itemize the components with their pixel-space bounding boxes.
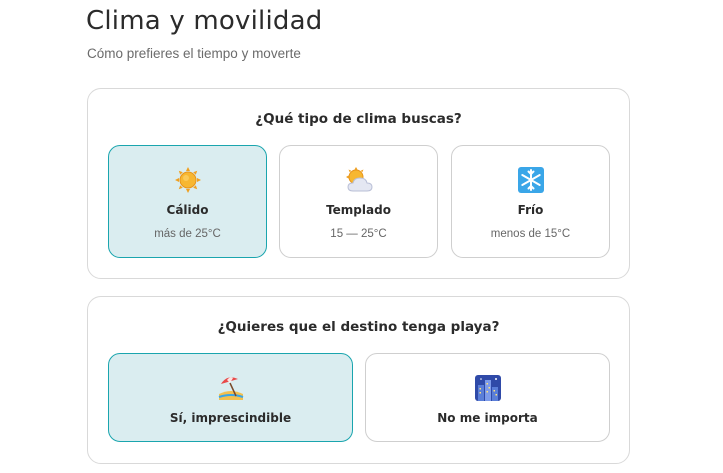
beach-option-label: Sí, imprescindible bbox=[169, 411, 292, 425]
climate-option-mild[interactable]: Templado 15 — 25°C bbox=[279, 145, 438, 258]
climate-option-warm[interactable]: Cálido más de 25°C bbox=[108, 145, 267, 258]
beach-option-yes[interactable]: Sí, imprescindible bbox=[108, 353, 353, 442]
beach-umbrella-icon bbox=[109, 375, 352, 401]
sun-icon bbox=[109, 167, 266, 193]
beach-question: ¿Quieres que el destino tenga playa? bbox=[217, 319, 500, 335]
beach-option-no-preference[interactable]: No me importa bbox=[365, 353, 610, 442]
climate-option-detail: menos de 15°C bbox=[490, 228, 571, 240]
snowflake-icon bbox=[452, 167, 609, 193]
climate-section: ¿Qué tipo de clima buscas? Cálido más de bbox=[87, 88, 630, 279]
climate-option-label: Templado bbox=[326, 203, 391, 217]
beach-option-label: No me importa bbox=[437, 411, 538, 425]
climate-option-cold[interactable]: Frío menos de 15°C bbox=[451, 145, 610, 258]
climate-option-detail: 15 — 25°C bbox=[330, 228, 387, 240]
page-title: Clima y movilidad bbox=[86, 6, 323, 36]
page-subtitle: Cómo prefieres el tiempo y moverte bbox=[87, 46, 301, 61]
climate-question: ¿Qué tipo de clima buscas? bbox=[255, 111, 462, 127]
city-icon bbox=[366, 375, 609, 401]
beach-section: ¿Quieres que el destino tenga playa? Sí,… bbox=[87, 296, 630, 464]
climate-option-label: Cálido bbox=[166, 203, 209, 217]
climate-option-label: Frío bbox=[517, 203, 544, 217]
sun-behind-cloud-icon bbox=[280, 167, 437, 193]
climate-option-detail: más de 25°C bbox=[154, 228, 221, 240]
